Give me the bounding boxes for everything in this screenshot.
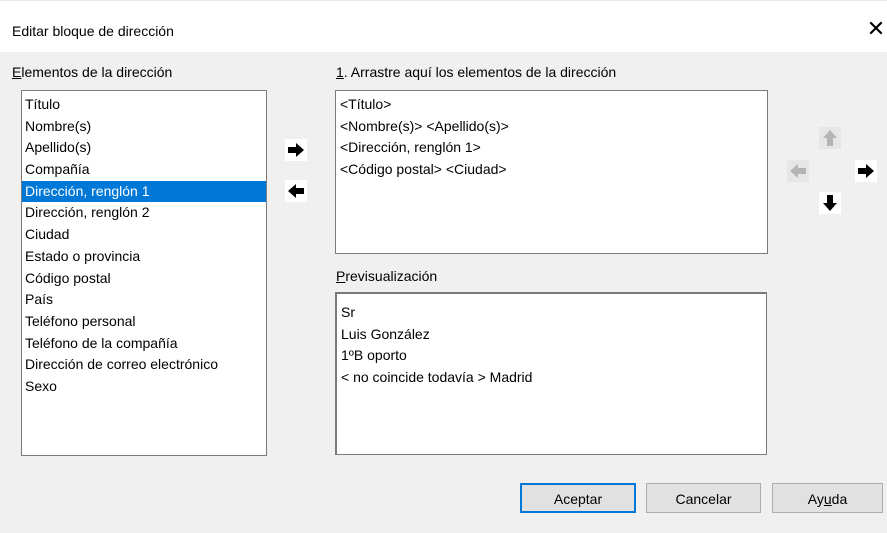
title-bar: Editar bloque de dirección ✕: [0, 0, 887, 52]
address-element-item[interactable]: País: [22, 289, 266, 311]
preview-box: Sr Luis González 1ºB oporto < no coincide t…: [335, 292, 767, 455]
address-elements-list[interactable]: Título Nombre(s) Apellido(s) Compañía Direcc…: [21, 90, 267, 456]
address-block-dialog: Editar bloque de dirección ✕ Elementos d…: [0, 0, 887, 533]
add-element-button[interactable]: [285, 139, 307, 161]
address-layout-line[interactable]: <Código postal> <Ciudad>: [336, 159, 767, 181]
arrow-right-icon: [858, 164, 874, 178]
drag-area-label-mnemonic: 1: [336, 64, 344, 80]
address-element-item[interactable]: Compañía: [22, 159, 266, 181]
move-up-button[interactable]: [819, 127, 841, 149]
arrow-left-icon: [790, 164, 806, 178]
help-button[interactable]: Ayuda: [772, 483, 883, 513]
drag-area-label-text: . Arrastre aquí los elementos de la dire…: [343, 64, 617, 80]
arrow-up-icon: [823, 130, 837, 146]
address-layout-line[interactable]: <Nombre(s)> <Apellido(s)>: [336, 116, 767, 138]
address-element-item[interactable]: Código postal: [22, 268, 266, 290]
top-edge: [0, 0, 887, 1]
help-button-label-end: da: [831, 491, 848, 507]
drag-area-label: 1. Arrastre aquí los elementos de la dir…: [336, 64, 616, 80]
address-element-item[interactable]: Ciudad: [22, 224, 266, 246]
arrow-right-icon: [288, 143, 304, 157]
address-element-item[interactable]: Título: [22, 94, 266, 116]
preview-line: < no coincide todavía > Madrid: [341, 369, 533, 386]
address-element-item[interactable]: Estado o provincia: [22, 246, 266, 268]
address-layout-line[interactable]: <Título>: [336, 94, 767, 116]
address-element-item[interactable]: Sexo: [22, 376, 266, 398]
preview-label-mnemonic: P: [336, 268, 346, 284]
address-element-item[interactable]: Apellido(s): [22, 137, 266, 159]
move-left-button[interactable]: [787, 160, 809, 182]
close-icon[interactable]: ✕: [865, 14, 887, 44]
address-layout-line[interactable]: <Dirección, renglón 1>: [336, 137, 767, 159]
address-element-item[interactable]: Nombre(s): [22, 116, 266, 138]
help-button-label-start: Ay: [807, 491, 824, 507]
preview-line: 1ºB oporto: [341, 347, 407, 364]
address-element-item[interactable]: Dirección, renglón 2: [22, 202, 266, 224]
help-button-mnemonic: u: [823, 491, 832, 507]
move-down-button[interactable]: [819, 192, 841, 214]
address-elements-label-text: lementos de la dirección: [21, 64, 173, 80]
preview-label-text: revisualización: [345, 268, 438, 284]
cancel-button[interactable]: Cancelar: [646, 483, 761, 513]
address-element-item[interactable]: Teléfono personal: [22, 311, 266, 333]
address-element-item[interactable]: Dirección, renglón 1: [22, 180, 266, 203]
remove-element-button[interactable]: [285, 180, 307, 202]
ok-button[interactable]: Aceptar: [520, 483, 636, 513]
address-element-item[interactable]: Dirección de correo electrónico: [22, 354, 266, 376]
address-layout-area[interactable]: <Título> <Nombre(s)> <Apellido(s)> <Direcc…: [335, 90, 768, 254]
arrow-left-icon: [288, 184, 304, 198]
address-elements-label: Elementos de la dirección: [12, 64, 172, 80]
address-element-item[interactable]: Teléfono de la compañía: [22, 333, 266, 355]
preview-line: Luis González: [341, 325, 430, 342]
preview-line: Sr: [341, 304, 355, 320]
address-elements-label-mnemonic: E: [12, 64, 22, 80]
preview-label: Previsualización: [336, 268, 437, 284]
move-right-button[interactable]: [855, 160, 877, 182]
dialog-title: Editar bloque de dirección: [12, 23, 174, 39]
arrow-down-icon: [823, 195, 837, 211]
